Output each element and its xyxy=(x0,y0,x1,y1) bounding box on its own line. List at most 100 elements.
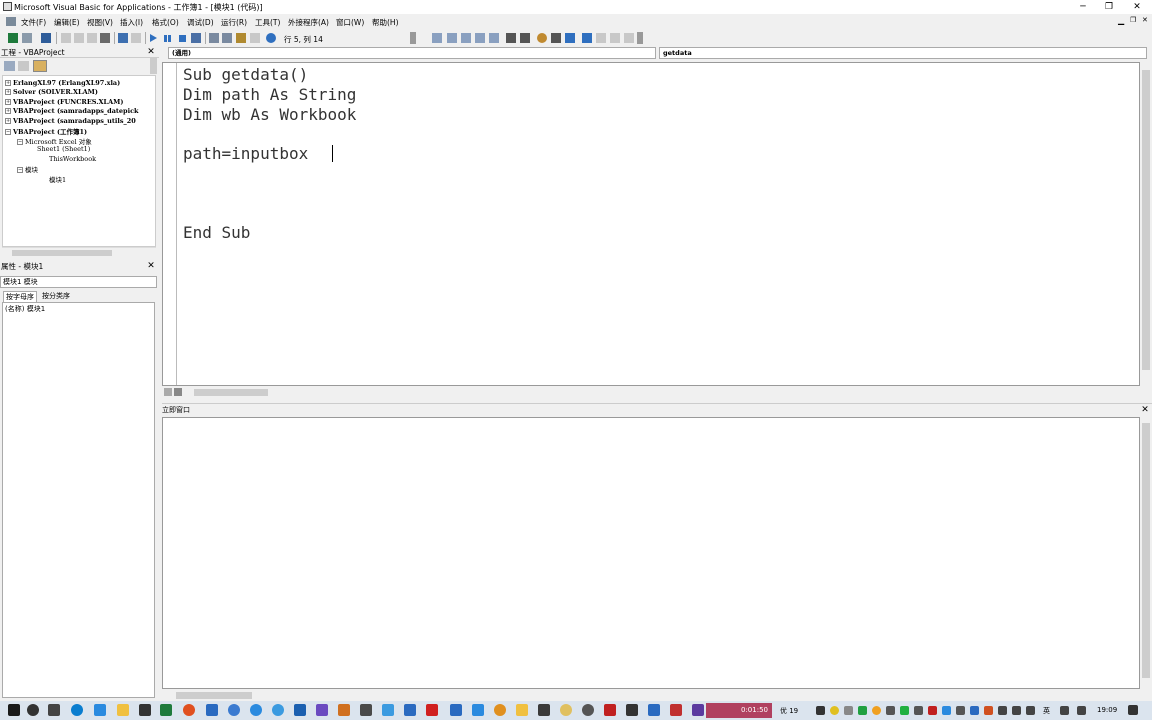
immediate-vscroll[interactable] xyxy=(1140,417,1152,689)
properties-object-select[interactable]: 模块1 模块 xyxy=(0,276,157,288)
cloud-icon[interactable] xyxy=(844,706,853,715)
outdent-icon[interactable] xyxy=(520,33,530,43)
excel-view-icon[interactable] xyxy=(8,33,18,43)
minimize-button[interactable]: ─ xyxy=(1070,0,1096,14)
tray-icon[interactable] xyxy=(984,706,993,715)
app-icon[interactable] xyxy=(604,704,616,716)
scroll-thumb[interactable] xyxy=(12,250,112,256)
tree-node-utils[interactable]: + VBAProject (samradapps_utils_20 xyxy=(5,117,136,125)
restore-button[interactable]: ❐ xyxy=(1096,0,1122,14)
code-vscroll[interactable] xyxy=(1140,62,1152,386)
clear-bookmarks-icon[interactable] xyxy=(624,33,634,43)
paste-icon[interactable] xyxy=(87,33,97,43)
doc-restore-button[interactable]: ❐ xyxy=(1130,16,1136,24)
volume-icon[interactable] xyxy=(1026,706,1035,715)
next-bookmark-icon[interactable] xyxy=(596,33,606,43)
help-icon[interactable] xyxy=(266,33,276,43)
immediate-hscroll[interactable] xyxy=(162,689,1152,701)
break-icon[interactable] xyxy=(164,35,167,42)
quick-info-icon[interactable] xyxy=(461,33,471,43)
undo-icon[interactable] xyxy=(118,33,128,43)
task-view-icon[interactable] xyxy=(48,704,60,716)
toggle-breakpoint-icon[interactable] xyxy=(537,33,547,43)
scroll-thumb[interactable] xyxy=(194,389,268,396)
app-icon[interactable] xyxy=(472,704,484,716)
app-icon[interactable] xyxy=(316,704,328,716)
tree-node-erlang[interactable]: + ErlangXL97 (ErlangXL97.xla) xyxy=(5,79,120,87)
complete-word-icon[interactable] xyxy=(489,33,499,43)
toolbar-overflow-icon[interactable] xyxy=(410,32,416,44)
tray-icon[interactable] xyxy=(998,706,1007,715)
menu-view[interactable]: 视图(V) xyxy=(87,17,113,28)
full-module-view-icon[interactable] xyxy=(174,388,182,396)
menu-file[interactable]: 文件(F) xyxy=(21,17,46,28)
vba-task-icon[interactable] xyxy=(692,704,704,716)
excel-icon[interactable] xyxy=(160,704,172,716)
windows-start-icon[interactable] xyxy=(8,704,20,716)
indent-icon[interactable] xyxy=(506,33,516,43)
app-icon[interactable] xyxy=(450,704,462,716)
tab-alphabetic[interactable]: 按字母序 xyxy=(3,291,37,302)
document-icon[interactable] xyxy=(6,17,16,26)
immediate-window[interactable] xyxy=(162,417,1140,689)
tree-node-modules[interactable]: − 模块 xyxy=(17,164,38,174)
scroll-thumb[interactable] xyxy=(176,692,252,699)
tree-node-module1[interactable]: 模块1 xyxy=(49,174,66,184)
clock[interactable]: 19:09 xyxy=(1097,706,1117,714)
code-hscroll[interactable] xyxy=(162,386,1140,398)
comment-block-icon[interactable] xyxy=(551,33,561,43)
close-button[interactable]: ✕ xyxy=(1124,0,1150,14)
tree-node-datepick[interactable]: + VBAProject (samradapps_datepick xyxy=(5,107,139,115)
object-combo[interactable]: (通用) xyxy=(168,47,656,59)
save-icon[interactable] xyxy=(41,33,51,43)
code-editor[interactable]: Sub getdata() Dim path As String Dim wb … xyxy=(162,62,1140,386)
app-icon[interactable] xyxy=(360,704,372,716)
doc-close-button[interactable]: ✕ xyxy=(1142,16,1148,24)
close-icon[interactable]: ✕ xyxy=(146,261,156,271)
list-constants-icon[interactable] xyxy=(447,33,457,43)
project-tree-hscroll[interactable] xyxy=(2,247,156,257)
object-browser-icon[interactable] xyxy=(236,33,246,43)
menu-run[interactable]: 运行(R) xyxy=(221,17,247,28)
procedure-view-icon[interactable] xyxy=(164,388,172,396)
copy-icon[interactable] xyxy=(74,33,84,43)
tray-icon[interactable] xyxy=(956,706,965,715)
app-icon[interactable] xyxy=(250,704,262,716)
find-icon[interactable] xyxy=(100,33,110,43)
menu-edit[interactable]: 编辑(E) xyxy=(54,17,80,28)
app-icon[interactable] xyxy=(426,704,438,716)
wechat-icon[interactable] xyxy=(900,706,909,715)
bluetooth-icon[interactable] xyxy=(970,706,979,715)
insert-module-icon[interactable] xyxy=(22,33,32,43)
tray-icon[interactable] xyxy=(942,706,951,715)
project-explorer-icon[interactable] xyxy=(209,33,219,43)
menu-window[interactable]: 窗口(W) xyxy=(336,17,364,28)
app-icon[interactable] xyxy=(648,704,660,716)
menu-addins[interactable]: 外接程序(A) xyxy=(288,17,329,28)
network-icon[interactable] xyxy=(1012,706,1021,715)
toggle-folders-icon[interactable] xyxy=(33,60,47,72)
view-code-icon[interactable] xyxy=(4,61,15,71)
app-icon[interactable] xyxy=(228,704,240,716)
app-icon[interactable] xyxy=(560,704,572,716)
menu-tools[interactable]: 工具(T) xyxy=(255,17,280,28)
menu-insert[interactable]: 插入(I) xyxy=(120,17,143,28)
app-icon[interactable] xyxy=(206,704,218,716)
app-icon[interactable] xyxy=(582,704,594,716)
list-properties-icon[interactable] xyxy=(432,33,442,43)
app-icon[interactable] xyxy=(516,704,528,716)
tray-icon[interactable] xyxy=(830,706,839,715)
ime-indicator[interactable]: 英 xyxy=(1043,706,1050,716)
tray-icon[interactable] xyxy=(858,706,867,715)
menu-debug[interactable]: 调试(D) xyxy=(187,17,214,28)
scroll-handle[interactable] xyxy=(150,58,157,74)
close-icon[interactable]: ✕ xyxy=(1140,405,1150,415)
tree-node-sheet1[interactable]: Sheet1 (Sheet1) xyxy=(37,145,90,153)
tree-node-thisworkbook[interactable]: ThisWorkbook xyxy=(49,155,96,163)
store-icon[interactable] xyxy=(139,704,151,716)
parameter-info-icon[interactable] xyxy=(475,33,485,43)
app-icon[interactable] xyxy=(626,704,638,716)
recording-widget[interactable]: 0:01:50 xyxy=(706,703,772,718)
app-icon[interactable] xyxy=(404,704,416,716)
app-icon[interactable] xyxy=(183,704,195,716)
